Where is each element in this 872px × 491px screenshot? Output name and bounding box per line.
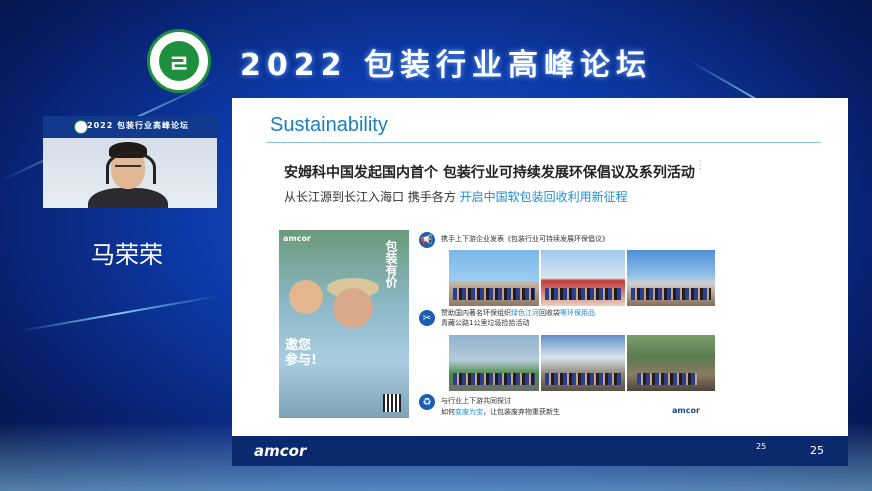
subline-highlight: 开启中国软包装回收利用新征程: [459, 190, 628, 204]
page-number: 25: [810, 444, 824, 457]
item-3-text-2: 如何变废为宝，让包装废弃物重获新生: [441, 408, 560, 416]
poster-slogan: 邀您 参与!: [285, 338, 317, 368]
megaphone-icon: 📢: [419, 232, 435, 248]
glasses-icon: [115, 165, 141, 172]
forum-logo: ㄹ: [147, 29, 211, 93]
webcam-banner: 2022 包装行业高峰论坛: [43, 116, 217, 138]
speaker-name: 马荣荣: [91, 241, 163, 269]
item-2-text-2: 青藏公路1公里垃圾捡拾活动: [441, 319, 530, 327]
webcam-banner-text: 2022 包装行业高峰论坛: [87, 121, 190, 130]
slide-headline: 安姆科中国发起国内首个 包装行业可持续发展环保倡议及系列活动: [284, 165, 695, 181]
tools-icon: ✂: [419, 310, 435, 326]
amcor-small-logo: amcor: [672, 406, 700, 415]
side-tag: · · ·: [696, 160, 703, 170]
item-3-text: 与行业上下游共同探讨: [441, 397, 511, 405]
footer-brand: amcor: [254, 442, 307, 460]
photo-city-group: [627, 250, 715, 306]
recycle-icon: ♻: [419, 394, 435, 410]
slide-title: Sustainability: [270, 114, 388, 136]
poster-slogan-2: 参与!: [285, 353, 317, 368]
campaign-poster: amcor 包装有价 邀您 参与!: [279, 230, 409, 418]
page-number-small: 25: [756, 442, 767, 451]
item-2-text: 赞助国内著名环保组织绿色江河回收袋等环保用品: [441, 309, 595, 317]
event-title: 2022 包装行业高峰论坛: [240, 48, 652, 83]
boy-figure: [289, 280, 323, 314]
slide-footer: amcor 25: [232, 436, 848, 466]
subline-prefix: 从长江源到长江入海口 携手各方: [284, 190, 456, 204]
presentation-slide: Sustainability 安姆科中国发起国内首个 包装行业可持续发展环保倡议…: [232, 98, 848, 466]
poster-slogan-1: 邀您: [285, 338, 312, 353]
title-divider: [266, 142, 821, 143]
light-streak: [19, 295, 218, 332]
poster-brand: amcor: [283, 234, 311, 243]
photo-rally-group: [449, 250, 539, 306]
webcam-logo-icon: [74, 120, 88, 134]
speaker-body: [88, 188, 168, 208]
logo-mark-icon: ㄹ: [159, 41, 199, 81]
photo-cleanup-group: [449, 335, 539, 391]
item-1-text: 携手上下游企业发表《包装行业可持续发展环保倡议》: [441, 235, 609, 243]
photo-litter-pickup: [627, 335, 715, 391]
photo-mountain-group: [541, 335, 625, 391]
qr-code-icon: [383, 394, 401, 412]
speaker-webcam: 2022 包装行业高峰论坛: [43, 116, 217, 208]
girl-figure: [333, 288, 373, 328]
photo-banner-group: [541, 250, 625, 306]
poster-vertical-text: 包装有价: [384, 240, 398, 288]
slide-subline: 从长江源到长江入海口 携手各方 开启中国软包装回收利用新征程: [284, 188, 628, 205]
